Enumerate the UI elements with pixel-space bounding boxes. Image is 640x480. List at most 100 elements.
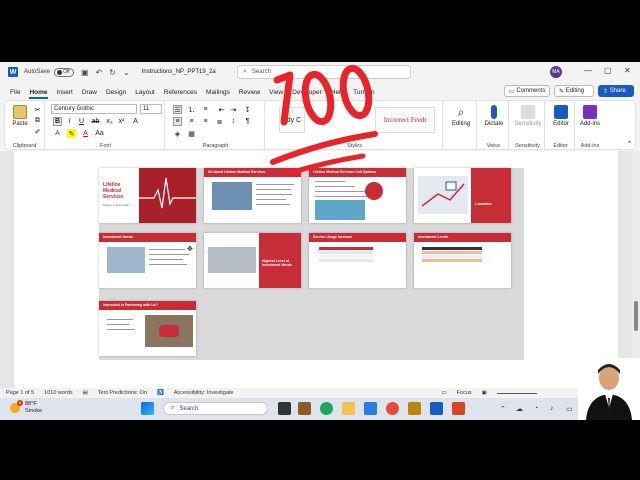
vertical-scrollbar[interactable] [632, 151, 640, 388]
slide-5[interactable]: Investment Needs ✥ 5 [99, 233, 196, 288]
app-icon[interactable] [408, 402, 421, 415]
dictate-button[interactable]: Dictate [481, 105, 507, 127]
menu-layout[interactable]: Layout [135, 89, 155, 96]
menu-insert[interactable]: Insert [57, 89, 73, 96]
edge-icon[interactable] [320, 402, 333, 415]
borders-icon[interactable]: ▦ [187, 129, 196, 138]
editing-mode-button[interactable]: ✎ Editing [554, 85, 594, 97]
change-case-icon[interactable]: Aa [95, 129, 104, 138]
align-center-icon[interactable]: ≡ [187, 117, 196, 126]
redo-icon[interactable]: ↻ [109, 68, 116, 77]
document-name[interactable]: Instructions_NP_PPT19_2a [142, 69, 216, 75]
windows-start-icon[interactable] [141, 402, 154, 415]
format-painter-icon[interactable]: ✐ [33, 127, 42, 136]
mouse-cursor-icon: ✥ [187, 246, 193, 253]
clear-format-icon[interactable]: A [131, 117, 140, 126]
font-size-select[interactable]: 11 [140, 104, 162, 114]
copy-icon[interactable]: ⧉ [33, 116, 42, 125]
document-page[interactable]: Lifeline Medical Services Partners in he… [14, 151, 618, 388]
slide-7[interactable]: Service Usage Increase 7 [309, 233, 406, 288]
zoom-slider[interactable] [496, 392, 537, 394]
battery-icon[interactable]: ▭ [566, 405, 573, 413]
bold-icon[interactable]: B [53, 117, 62, 126]
menu-references[interactable]: References [164, 89, 197, 96]
maximize-icon[interactable]: ▢ [604, 66, 612, 75]
chrome-icon[interactable] [386, 402, 399, 415]
text-effects-icon[interactable]: A [53, 129, 62, 138]
slide-6[interactable]: Highest Level of Investment Needs 6 [204, 233, 301, 288]
increase-indent-icon[interactable]: ⇥ [229, 105, 238, 114]
sun-icon: 6 [10, 400, 23, 413]
weather-widget[interactable]: 6 88°F Smoke [10, 400, 42, 415]
underline-icon[interactable]: U [77, 117, 86, 126]
font-name-select[interactable]: Century Gothic [51, 104, 137, 114]
highlight-icon[interactable]: ✎ [67, 129, 76, 138]
comments-button[interactable]: ▭ Comments [504, 85, 550, 97]
style-incorrect-feedback[interactable]: Incorrect Feedt [375, 107, 435, 133]
avatar[interactable]: MA [550, 66, 562, 78]
multilevel-icon[interactable]: ≡ [201, 105, 210, 114]
menu-home[interactable]: Home [29, 89, 48, 99]
minimize-icon[interactable]: — [584, 66, 592, 75]
italic-icon[interactable]: I [65, 117, 74, 126]
menu-file[interactable]: File [10, 89, 20, 96]
justify-icon[interactable]: ≣ [215, 117, 224, 126]
undo-icon[interactable]: ↶ [96, 68, 103, 77]
shading-icon[interactable]: ◈ [173, 129, 182, 138]
text-predictions[interactable]: Text Predictions: On [98, 390, 147, 396]
addins-button[interactable]: Add-ins [577, 105, 603, 127]
font-color-icon[interactable]: A [81, 129, 90, 138]
subscript-icon[interactable]: x₂ [105, 117, 114, 126]
align-left-icon[interactable]: ≡ [173, 117, 182, 126]
proofing-icon[interactable]: ▤ [83, 390, 88, 396]
save-icon[interactable]: ▣ [81, 68, 89, 77]
store-icon[interactable] [364, 402, 377, 415]
editor-button[interactable]: Editor [549, 105, 573, 127]
autosave-state: Off [63, 69, 70, 75]
view-print-icon[interactable]: ▣ [482, 390, 487, 396]
slide-8[interactable]: Investment Levels 8 [414, 233, 511, 288]
powerpoint-icon[interactable] [452, 402, 465, 415]
customize-icon[interactable]: ⌄ [123, 68, 130, 77]
app-icon[interactable] [298, 402, 311, 415]
focus-label[interactable]: Focus [457, 390, 472, 396]
task-view-icon[interactable] [278, 402, 291, 415]
strikethrough-icon[interactable]: ab [91, 117, 100, 126]
autosave-toggle[interactable]: Off [54, 67, 75, 77]
menu-review[interactable]: Review [239, 89, 260, 96]
editor-group-label: Editor [553, 143, 568, 149]
align-right-icon[interactable]: ≡ [201, 117, 210, 126]
sort-icon[interactable]: ↧ [243, 105, 252, 114]
slide-1[interactable]: Lifeline Medical Services Partners in he… [99, 168, 196, 223]
cloud-icon[interactable]: ☁ [516, 405, 523, 413]
collapse-ribbon-icon[interactable]: ⌃ [625, 139, 634, 148]
chevron-up-icon[interactable]: ⌃ [500, 405, 506, 413]
word-count[interactable]: 1010 words [44, 390, 72, 396]
paste-button[interactable]: Paste [9, 105, 31, 127]
scrollbar-thumb[interactable] [634, 301, 638, 331]
superscript-icon[interactable]: x² [117, 117, 126, 126]
menu-design[interactable]: Design [106, 89, 126, 96]
accessibility-status[interactable]: Accessibility: Investigate [174, 390, 234, 396]
word-taskbar-icon[interactable] [430, 402, 443, 415]
menu-mailings[interactable]: Mailings [206, 89, 230, 96]
bullets-icon[interactable]: ☰ [173, 105, 182, 114]
taskbar-search[interactable]: ⌕ Search [163, 402, 268, 415]
decrease-indent-icon[interactable]: ⇤ [217, 105, 226, 114]
line-spacing-icon[interactable]: ↕ [229, 117, 238, 126]
editing-button[interactable]: ⌕ Editing [447, 105, 475, 127]
sensitivity-button[interactable]: Sensitivity [511, 105, 545, 127]
show-marks-icon[interactable]: ¶ [243, 117, 252, 126]
focus-icon[interactable]: ▭ [441, 390, 446, 396]
slide-4[interactable]: Location 4 [414, 168, 511, 223]
close-icon[interactable]: ✕ [624, 66, 631, 75]
share-button[interactable]: ⇪ Share [598, 85, 634, 97]
page-count[interactable]: Page 1 of 5 [6, 390, 34, 396]
menu-draw[interactable]: Draw [82, 89, 97, 96]
numbering-icon[interactable]: ⒈ [187, 105, 196, 114]
slide-9[interactable]: Interested in Partnering with Us? 9 [99, 301, 196, 356]
speaker-icon[interactable]: ♪ [550, 405, 554, 412]
wifi-icon[interactable]: ◔ [534, 405, 538, 412]
cut-icon[interactable]: ✂ [33, 105, 42, 114]
file-explorer-icon[interactable] [342, 402, 355, 415]
